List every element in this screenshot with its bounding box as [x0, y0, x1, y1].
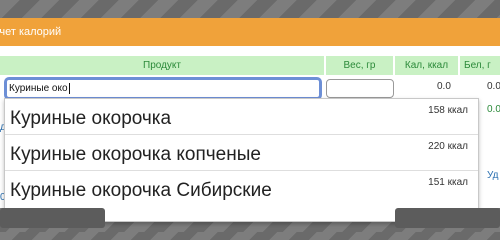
bottom-button-right[interactable]: [395, 208, 500, 228]
title-bar: счет калорий: [0, 18, 500, 46]
text-caret: [68, 82, 70, 94]
product-search-input[interactable]: Куриные око: [4, 77, 322, 100]
header-protein: Бел, г: [460, 56, 500, 75]
delete-link[interactable]: Уд: [487, 170, 498, 181]
suggestion-name: Куриные окорочка: [10, 108, 172, 129]
suggestion-kcal: 151 ккал: [428, 177, 468, 188]
window-title: счет калорий: [0, 26, 62, 38]
suggestion-kcal: 220 ккал: [428, 141, 468, 152]
header-kcal: Кал, ккал: [395, 56, 458, 75]
weight-input[interactable]: [326, 79, 394, 98]
suggestion-item[interactable]: Куриные окорочка копченые 220 ккал: [5, 135, 478, 171]
table-header: Продукт Вес, гр Кал, ккал Бел, г: [0, 56, 500, 75]
product-input-value: Куриные око: [9, 83, 68, 94]
header-weight: Вес, гр: [326, 56, 393, 75]
suggestion-item[interactable]: Куриные окорочка 158 ккал: [5, 99, 478, 135]
suggestion-kcal: 158 ккал: [428, 105, 468, 116]
suggestion-name: Куриные окорочка Сибирские: [10, 180, 272, 201]
protein-value-partial: 0.0: [487, 104, 500, 115]
bottom-button-left[interactable]: [0, 208, 105, 228]
header-product: Продукт: [0, 56, 324, 75]
suggestion-name: Куриные окорочка копченые: [10, 144, 261, 165]
autocomplete-dropdown: Куриные окорочка 158 ккал Куриные окороч…: [4, 98, 479, 222]
suggestion-item[interactable]: Куриные окорочка Сибирские 151 ккал: [5, 171, 478, 207]
calorie-panel: счет калорий Продукт Вес, гр Кал, ккал Б…: [0, 18, 500, 222]
kcal-value: 0.0: [437, 81, 451, 92]
protein-value: 0.0: [487, 81, 500, 92]
